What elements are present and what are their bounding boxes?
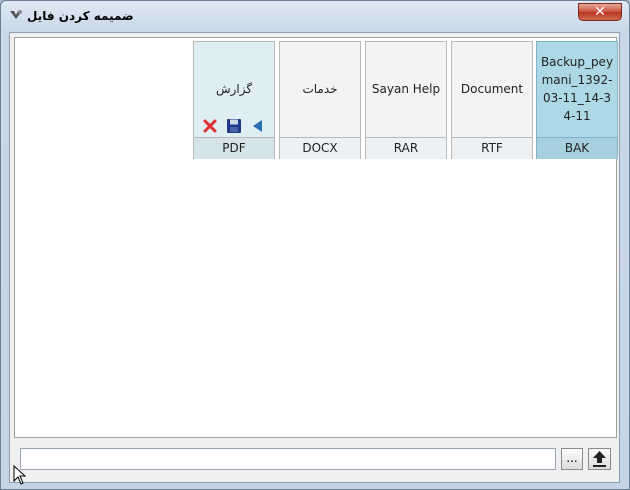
- file-tile-docx[interactable]: خدمات DOCX: [279, 41, 361, 159]
- file-name: Sayan Help: [371, 82, 441, 96]
- title-bar[interactable]: ضمیمه کردن فایل ✕: [1, 1, 629, 29]
- upload-button[interactable]: [588, 448, 611, 470]
- file-type-label: BAK: [537, 137, 617, 159]
- file-type-label: RTF: [452, 137, 532, 159]
- file-tile-bak[interactable]: Backup_peymani_1392-03-11_14-34-11 BAK: [536, 41, 618, 159]
- file-tile-pdf[interactable]: گزارش PDF: [193, 41, 275, 159]
- file-tile-rtf[interactable]: Document RTF: [451, 41, 533, 159]
- file-tile-rar[interactable]: Sayan Help RAR: [365, 41, 447, 159]
- delete-icon[interactable]: [202, 118, 218, 134]
- file-type-label: PDF: [194, 137, 274, 159]
- attach-file-window: ضمیمه کردن فایل ✕ گزارش PDF خدمات DOCX S…: [0, 0, 630, 490]
- file-actions: [194, 118, 274, 136]
- browse-button[interactable]: ...: [561, 448, 583, 470]
- save-icon[interactable]: [226, 118, 242, 134]
- bottom-bar: ...: [14, 442, 617, 478]
- client-area: گزارش PDF خدمات DOCX Sayan Help RAR Docu…: [9, 32, 620, 483]
- app-icon: [10, 10, 22, 19]
- upload-arrow-icon: [593, 451, 606, 467]
- file-gallery: گزارش PDF خدمات DOCX Sayan Help RAR Docu…: [14, 37, 618, 438]
- mouse-cursor-icon: [13, 465, 27, 485]
- file-name: Document: [460, 82, 524, 96]
- file-type-label: DOCX: [280, 137, 360, 159]
- play-icon[interactable]: [250, 118, 266, 134]
- window-title: ضمیمه کردن فایل: [27, 9, 134, 23]
- file-type-label: RAR: [366, 137, 446, 159]
- file-path-input[interactable]: [20, 448, 556, 470]
- file-name: خدمات: [302, 82, 338, 96]
- file-name: Backup_peymani_1392-03-11_14-34-11: [540, 55, 614, 123]
- close-button[interactable]: ✕: [578, 3, 622, 21]
